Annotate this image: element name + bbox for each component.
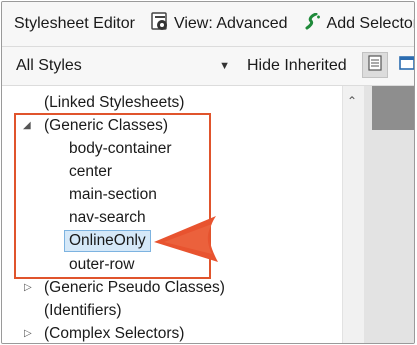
collapsed-triangle-icon[interactable]: ▷ [24,323,32,343]
hide-inherited-button[interactable]: Hide Inherited [243,52,351,80]
preview-thumbnail [372,86,414,130]
tree-node-generic-pseudo-classes[interactable]: (Generic Pseudo Classes) [44,277,225,299]
filter-bar: All Styles ▼ Hide Inherited [2,47,414,86]
list-view-button[interactable] [362,52,388,78]
window-view-button[interactable] [395,52,414,78]
tree-item-class[interactable]: nav-search [69,207,146,229]
collapsed-triangle-icon[interactable]: ▷ [24,277,32,299]
editor-title: Stylesheet Editor [14,15,135,32]
tree-item-class-selected[interactable]: OnlineOnly [64,230,151,252]
tree-item-class[interactable]: main-section [69,184,157,206]
view-advanced-label: View: Advanced [173,15,288,32]
tree-node-identifiers[interactable]: (Identifiers) [44,300,122,322]
tree-vertical-scrollbar[interactable]: ⌃ [342,86,365,343]
tree-item-class[interactable]: center [69,161,112,183]
stylesheet-editor-window: Stylesheet Editor View: Advanced Add Sel… [1,1,415,344]
add-selector-label: Add Selector [326,15,415,32]
dropdown-arrow-icon: ▼ [219,60,230,72]
expanded-triangle-icon[interactable]: ◢ [23,115,31,137]
tree-item-class[interactable]: body-container [69,138,172,160]
tree-node-linked-stylesheets[interactable]: (Linked Stylesheets) [44,92,184,114]
styles-filter-value: All Styles [16,57,82,74]
callout-arrow-icon [152,212,222,273]
view-mode-icon [151,11,169,37]
preview-panel [364,86,414,343]
add-selector-button[interactable]: Add Selector [302,12,415,36]
toolbar: Stylesheet Editor View: Advanced Add Sel… [2,2,414,47]
add-selector-icon [304,12,322,36]
scroll-up-arrow-icon[interactable]: ⌃ [347,94,357,108]
styles-filter-dropdown[interactable]: All Styles ▼ [8,52,236,80]
document-list-icon [367,54,383,76]
tree-item-class[interactable]: outer-row [69,254,134,276]
tree-node-complex-selectors[interactable]: (Complex Selectors) [44,323,184,343]
tree-node-generic-classes[interactable]: (Generic Classes) [44,115,168,137]
window-icon [399,55,414,76]
view-advanced-button[interactable]: View: Advanced [149,11,290,37]
